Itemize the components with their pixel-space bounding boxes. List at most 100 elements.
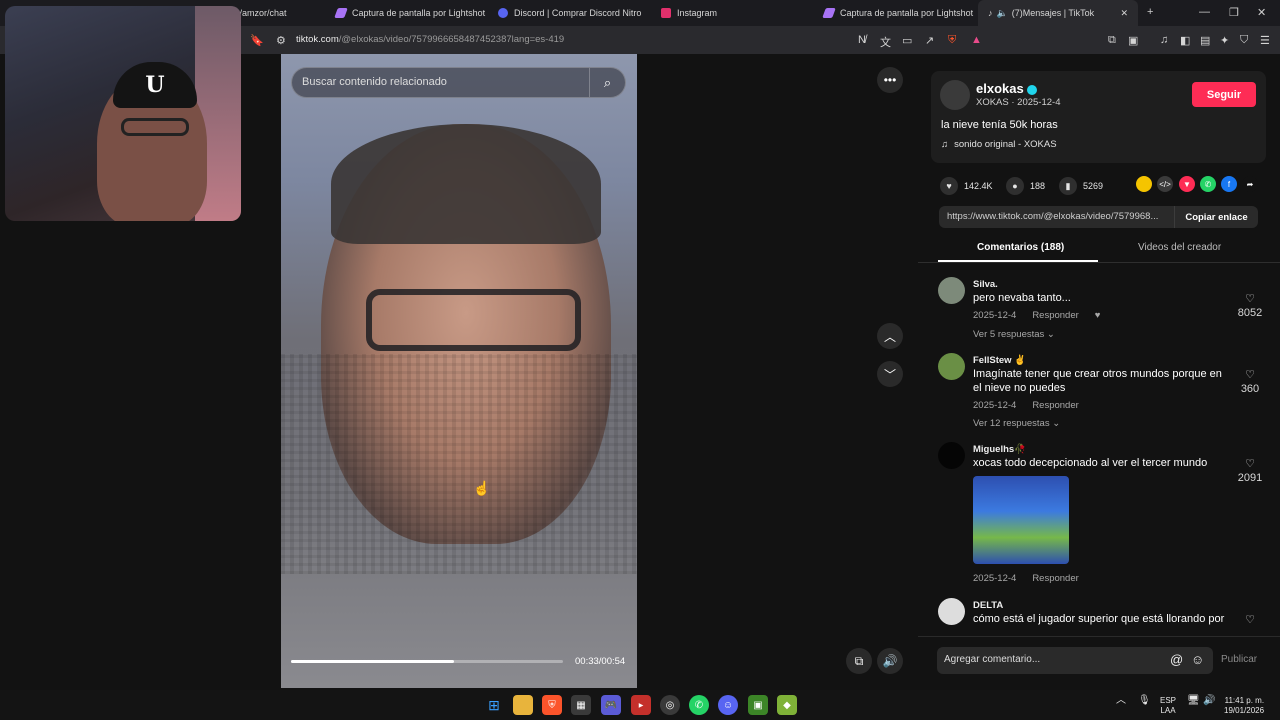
- reply-button[interactable]: Responder: [1032, 310, 1078, 321]
- video-link-text[interactable]: https://www.tiktok.com/@elxokas/video/75…: [947, 211, 1175, 222]
- comment-like[interactable]: ♡: [1230, 613, 1270, 627]
- new-tab-icon[interactable]: +: [1147, 6, 1153, 18]
- whatsapp-taskbar-icon[interactable]: ✆: [689, 695, 709, 715]
- video-frame-glasses: [366, 289, 581, 351]
- comment-author[interactable]: DELTA: [973, 600, 1003, 611]
- file-explorer-icon[interactable]: [513, 695, 533, 715]
- search-icon[interactable]: ⌕: [589, 68, 625, 97]
- brave-rewards-icon[interactable]: ▲: [971, 34, 982, 46]
- floating-player-icon[interactable]: ⧉: [846, 648, 872, 674]
- steam-icon[interactable]: ◎: [660, 695, 680, 715]
- store-icon[interactable]: ▦: [571, 695, 591, 715]
- lang-line1: ESP: [1160, 696, 1177, 705]
- tab-tiktok[interactable]: ♪ 🔈 (7)Mensajes | TikTok ✕: [978, 0, 1138, 26]
- copy-link-button[interactable]: Copiar enlace: [1174, 206, 1258, 228]
- view-replies-button[interactable]: Ver 5 respuestas ⌄: [973, 329, 1055, 340]
- related-search-box: ⌕: [291, 67, 626, 98]
- follow-button[interactable]: Seguir: [1192, 82, 1256, 107]
- cast-icon[interactable]: ▭: [902, 34, 912, 47]
- comment-like[interactable]: ♡ 360: [1230, 368, 1270, 396]
- share-friends-icon[interactable]: [1136, 176, 1152, 192]
- leo-ai-icon[interactable]: ✦: [1220, 34, 1229, 47]
- tray-chevron-icon[interactable]: ︿: [1116, 696, 1126, 706]
- menu-icon[interactable]: ☰: [1260, 34, 1270, 47]
- comment-image-spongebob[interactable]: [973, 476, 1069, 564]
- tab-discord[interactable]: Discord | Comprar Discord Nitro: [498, 0, 641, 26]
- share-arrow-icon[interactable]: ➦: [1242, 176, 1258, 192]
- reply-button[interactable]: Responder: [1032, 573, 1078, 584]
- language-indicator[interactable]: ESP LAA: [1160, 696, 1176, 716]
- translate-icon[interactable]: 文: [880, 34, 891, 50]
- close-tab-icon[interactable]: ✕: [1120, 8, 1128, 19]
- discord-taskbar-icon[interactable]: ☺: [718, 695, 738, 715]
- gamepad-icon[interactable]: 🎮: [601, 695, 621, 715]
- no-track-icon[interactable]: N̸: [858, 34, 866, 46]
- comment-author[interactable]: FellStew ✌: [973, 355, 1026, 366]
- tab-lightshot-1[interactable]: Captura de pantalla por Lightshot: [334, 0, 485, 26]
- emoji-icon[interactable]: ☺: [1191, 652, 1204, 667]
- media-icon[interactable]: ♫: [1160, 34, 1168, 46]
- more-options-icon[interactable]: •••: [877, 67, 903, 93]
- comment-input[interactable]: [944, 654, 1164, 665]
- author-avatar[interactable]: [940, 80, 970, 110]
- volume-icon[interactable]: 🔊: [877, 648, 903, 674]
- network-icon[interactable]: 🖥: [1187, 696, 1200, 706]
- reply-button[interactable]: Responder: [1032, 400, 1078, 411]
- windows-start-icon[interactable]: ⊞: [484, 695, 504, 715]
- comment-like[interactable]: ♡ 2091: [1230, 457, 1270, 485]
- comment-like[interactable]: ♡ 8052: [1230, 292, 1270, 320]
- maximize-icon[interactable]: ❐: [1229, 6, 1239, 19]
- embed-icon[interactable]: </>: [1157, 176, 1173, 192]
- minecraft-icon[interactable]: ▣: [748, 695, 768, 715]
- share-tiktok-icon[interactable]: ▼: [1179, 176, 1195, 192]
- comment-button[interactable]: ● 188: [1006, 177, 1045, 195]
- bookmark-icon[interactable]: 🔖: [250, 34, 264, 47]
- publish-button[interactable]: Publicar: [1221, 654, 1257, 665]
- brave-shield-icon[interactable]: ⛨: [948, 34, 956, 47]
- minimize-icon[interactable]: —: [1199, 6, 1210, 18]
- share-page-icon[interactable]: ↗: [925, 34, 934, 47]
- extensions-icon[interactable]: ⧉: [1108, 34, 1116, 47]
- creator-liked-icon: ♥: [1094, 310, 1101, 321]
- brave-browser-icon[interactable]: ⛨: [542, 695, 562, 715]
- video-progress-bar[interactable]: [291, 660, 563, 663]
- video-app-icon[interactable]: ▶: [631, 695, 651, 715]
- tab-label: Captura de pantalla por Lightshot: [840, 8, 974, 18]
- save-button[interactable]: ▮ 5269: [1059, 177, 1103, 195]
- reader-icon[interactable]: ▣: [1128, 34, 1138, 47]
- mention-icon[interactable]: @: [1170, 652, 1183, 667]
- video-player[interactable]: [281, 54, 637, 688]
- tab-lightshot-2[interactable]: Captura de pantalla por Lightshot: [822, 0, 974, 26]
- facebook-icon[interactable]: f: [1221, 176, 1237, 192]
- vpn-icon[interactable]: ⛉: [1240, 34, 1248, 47]
- minecraft-launcher-icon[interactable]: ◆: [777, 695, 797, 715]
- comment-avatar[interactable]: [938, 353, 965, 380]
- view-replies-button[interactable]: Ver 12 respuestas ⌄: [973, 418, 1060, 429]
- author-username[interactable]: elxokas: [976, 81, 1037, 96]
- comment-avatar[interactable]: [938, 277, 965, 304]
- site-settings-icon[interactable]: ⚙: [276, 34, 286, 47]
- video-progress-fill: [291, 660, 455, 663]
- comment-author[interactable]: Silva.: [973, 279, 998, 290]
- previous-video-icon[interactable]: ︿: [877, 323, 903, 349]
- tab-instagram[interactable]: Instagram: [661, 0, 717, 26]
- next-video-icon[interactable]: ﹀: [877, 361, 903, 387]
- comment-avatar[interactable]: [938, 598, 965, 625]
- clock[interactable]: 11:41 p. m. 19/01/2026: [1224, 696, 1264, 716]
- comment-avatar[interactable]: [938, 442, 965, 469]
- speaker-icon[interactable]: 🔊: [1203, 696, 1215, 706]
- url-field[interactable]: tiktok.com/@elxokas/video/75799666584874…: [296, 34, 564, 45]
- comment-text: xocas todo decepcionado al ver el tercer…: [973, 457, 1208, 469]
- tab-comments[interactable]: Comentarios (188): [977, 242, 1064, 253]
- close-window-icon[interactable]: ✕: [1257, 6, 1266, 19]
- comment-count: 188: [1030, 181, 1046, 191]
- comment-author[interactable]: Miguelhs🥀: [973, 444, 1026, 455]
- wallet-icon[interactable]: ▤: [1200, 34, 1210, 47]
- sidebar-icon[interactable]: ◧: [1180, 34, 1190, 47]
- microphone-icon[interactable]: 🎙: [1138, 696, 1151, 706]
- tab-creator-videos[interactable]: Videos del creador: [1138, 242, 1221, 253]
- whatsapp-icon[interactable]: ✆: [1200, 176, 1216, 192]
- video-sound[interactable]: ♫ sonido original - XOKAS: [941, 139, 1057, 150]
- like-button[interactable]: ♥ 142.4K: [940, 177, 993, 195]
- related-search-input[interactable]: [302, 76, 582, 88]
